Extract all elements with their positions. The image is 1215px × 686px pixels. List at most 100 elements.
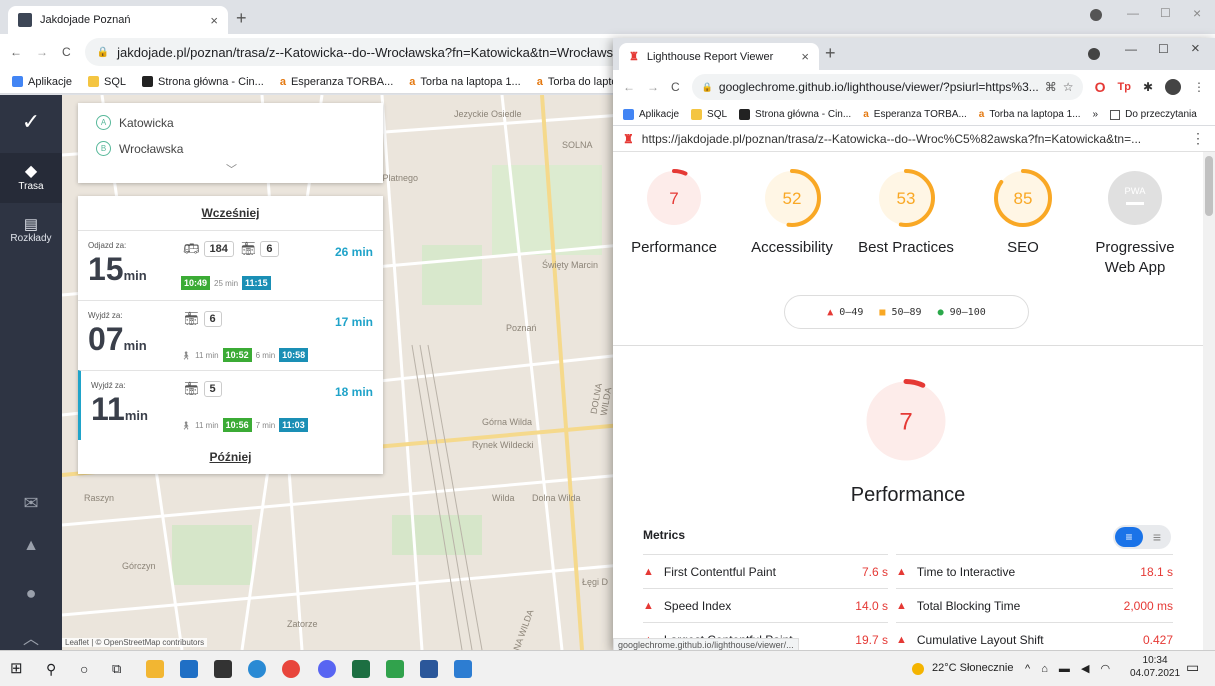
chrome-icon[interactable]: [282, 660, 300, 678]
bookmark-cin[interactable]: Strona główna - Cin...: [739, 109, 851, 120]
back-icon[interactable]: ←: [623, 80, 635, 94]
weather-text[interactable]: 22°C Słonecznie: [932, 662, 1013, 674]
gauge-best-practices[interactable]: 53 Best Practices: [846, 168, 966, 258]
bookmark-esperanza[interactable]: a Esperanza TORBA...: [863, 109, 967, 120]
best-practices-gauge-ring: 53: [877, 169, 935, 227]
bookmark-apps[interactable]: Aplikacje: [12, 76, 72, 88]
bookmark-cin[interactable]: Strona główna - Cin...: [142, 76, 264, 88]
bookmark-esperanza[interactable]: a Esperanza TORBA...: [280, 76, 393, 88]
avatar[interactable]: [1165, 79, 1181, 95]
bookmark-torba-1[interactable]: a Torba na laptopa 1...: [409, 76, 520, 88]
mail-app-icon[interactable]: [180, 660, 198, 678]
discord-icon[interactable]: [318, 660, 336, 678]
gauge-pwa[interactable]: PWA Progressive Web App: [1080, 168, 1190, 278]
square-icon: ■: [879, 306, 886, 318]
minimize-icon[interactable]: —: [1125, 42, 1137, 56]
earlier-link[interactable]: Wcześniej: [78, 206, 383, 220]
performance-gauge-ring: 7: [645, 169, 703, 227]
excel-icon[interactable]: [352, 660, 370, 678]
bookmark-apps[interactable]: Aplikacje: [623, 109, 679, 120]
tab-lighthouse[interactable]: ♜ Lighthouse Report Viewer ×: [619, 43, 819, 70]
route-result-selected[interactable]: Wyjdź za: 11min 🚋︎ 5 18 min 🚶︎ 11 min 10:5…: [78, 370, 383, 440]
menu-kebab-icon[interactable]: ⋮: [1193, 80, 1205, 94]
photos-icon[interactable]: [454, 660, 472, 678]
folder-icon: [88, 76, 100, 87]
close-window-icon[interactable]: ×: [1191, 40, 1200, 57]
weather-icon[interactable]: [912, 663, 924, 675]
sidebar-item-trasa[interactable]: ◆ Trasa: [0, 153, 62, 203]
file-explorer-icon[interactable]: [146, 660, 164, 678]
bookmark-sql[interactable]: SQL: [691, 109, 727, 120]
metric-tbt[interactable]: ▲ Total Blocking Time 2,000 ms: [896, 588, 1173, 622]
app-icon[interactable]: [386, 660, 404, 678]
gauge-seo[interactable]: 85 SEO: [963, 168, 1083, 258]
maximize-icon[interactable]: ☐: [1158, 42, 1169, 56]
forward-icon[interactable]: →: [647, 80, 659, 94]
profile-icon[interactable]: [1090, 9, 1102, 21]
list-view-icon[interactable]: ≡: [1115, 527, 1143, 547]
metric-speed-index[interactable]: ▲ Speed Index 14.0 s: [643, 588, 888, 622]
store-icon[interactable]: [214, 660, 232, 678]
metrics-view-toggle[interactable]: ≡ ≡: [1113, 525, 1171, 549]
close-window-icon[interactable]: ×: [1193, 5, 1201, 21]
address-bar[interactable]: 🔒 googlechrome.github.io/lighthouse/view…: [691, 74, 1083, 100]
route-result[interactable]: Odjazd za: 15min 🚌︎ 184 🚋︎ 6 26 min 10:49 2…: [78, 230, 383, 300]
back-icon[interactable]: ←: [10, 45, 22, 59]
android-icon[interactable]: ▲: [0, 537, 62, 555]
edge-icon[interactable]: [248, 660, 266, 678]
reload-icon[interactable]: C: [62, 45, 71, 59]
bookmark-sql[interactable]: SQL: [88, 76, 126, 88]
maximize-icon[interactable]: ☐: [1160, 6, 1171, 20]
tray-icons[interactable]: ^ ⌂ ▬ ◀ ◠: [1025, 662, 1114, 675]
apple-icon[interactable]: ●: [0, 583, 62, 604]
scrollbar-thumb[interactable]: [1205, 156, 1213, 216]
new-tab-icon[interactable]: +: [236, 8, 247, 29]
tp-extension-icon[interactable]: Tp: [1117, 81, 1130, 93]
forward-icon[interactable]: →: [36, 45, 48, 59]
close-tab-icon[interactable]: ×: [801, 49, 809, 64]
tab-jakdojade[interactable]: Jakdojade Poznań ×: [8, 6, 228, 34]
windows-start-icon[interactable]: ⊞: [10, 660, 28, 678]
map-attribution[interactable]: Leaflet | © OpenStreetMap contributors: [62, 638, 208, 647]
report-menu-icon[interactable]: ⋮: [1191, 130, 1205, 147]
collapse-chevron-icon[interactable]: ︿: [0, 625, 62, 649]
detail-view-icon[interactable]: ≡: [1145, 527, 1169, 547]
search-icon[interactable]: ⚲: [46, 660, 64, 678]
bookmark-torba-1[interactable]: a Torba na laptopa 1...: [979, 109, 1081, 120]
metric-fcp[interactable]: ▲ First Contentful Paint 7.6 s: [643, 554, 888, 588]
gauge-accessibility[interactable]: 52 Accessibility: [732, 168, 852, 258]
close-tab-icon[interactable]: ×: [210, 13, 218, 28]
bookmark-reading-list[interactable]: Do przeczytania: [1110, 109, 1197, 120]
gauge-performance[interactable]: 7 Performance: [614, 168, 734, 258]
opera-extension-icon[interactable]: O: [1095, 79, 1106, 95]
word-icon[interactable]: [420, 660, 438, 678]
route-to[interactable]: B Wrocławska: [96, 141, 183, 156]
expand-chevron-icon[interactable]: ﹀: [226, 161, 237, 177]
map-label: Dolna Wilda: [532, 493, 581, 503]
later-link[interactable]: Później: [78, 450, 383, 464]
puzzle-extension-icon[interactable]: ✱: [1143, 80, 1153, 94]
tram-icon: 🚋︎: [183, 381, 200, 396]
sidebar-item-rozklady[interactable]: ▤ Rozkłady: [0, 215, 62, 244]
cortana-icon[interactable]: ○: [80, 660, 98, 678]
minimize-icon[interactable]: —: [1127, 6, 1139, 20]
task-view-icon[interactable]: ⧉: [112, 660, 130, 678]
clock[interactable]: 10:34 04.07.2021: [1130, 654, 1180, 680]
route-result[interactable]: Wyjdź za: 07min 🚋︎ 6 17 min 🚶︎ 11 min 10:5…: [78, 300, 383, 370]
route-from[interactable]: A Katowicka: [96, 115, 174, 130]
jakdojade-logo-icon[interactable]: ✓: [0, 109, 62, 135]
scrollbar[interactable]: [1203, 152, 1215, 650]
bookmarks-overflow[interactable]: »: [1093, 109, 1099, 120]
translate-icon[interactable]: ⌘: [1045, 80, 1057, 94]
reload-icon[interactable]: C: [671, 80, 680, 94]
star-icon[interactable]: ☆: [1063, 80, 1074, 94]
new-tab-icon[interactable]: +: [825, 43, 836, 64]
profile-icon[interactable]: [1088, 48, 1100, 60]
metric-tti[interactable]: ▲ Time to Interactive 18.1 s: [896, 554, 1173, 588]
map-label: Wilda: [492, 493, 515, 503]
lines: 🚌︎ 184 🚋︎ 6: [183, 241, 279, 257]
legend-bad: ▲ 0–49: [827, 306, 864, 318]
reading-list-icon: [1110, 109, 1121, 120]
mail-icon[interactable]: ✉: [0, 493, 62, 514]
notifications-icon[interactable]: ▭: [1186, 659, 1199, 676]
